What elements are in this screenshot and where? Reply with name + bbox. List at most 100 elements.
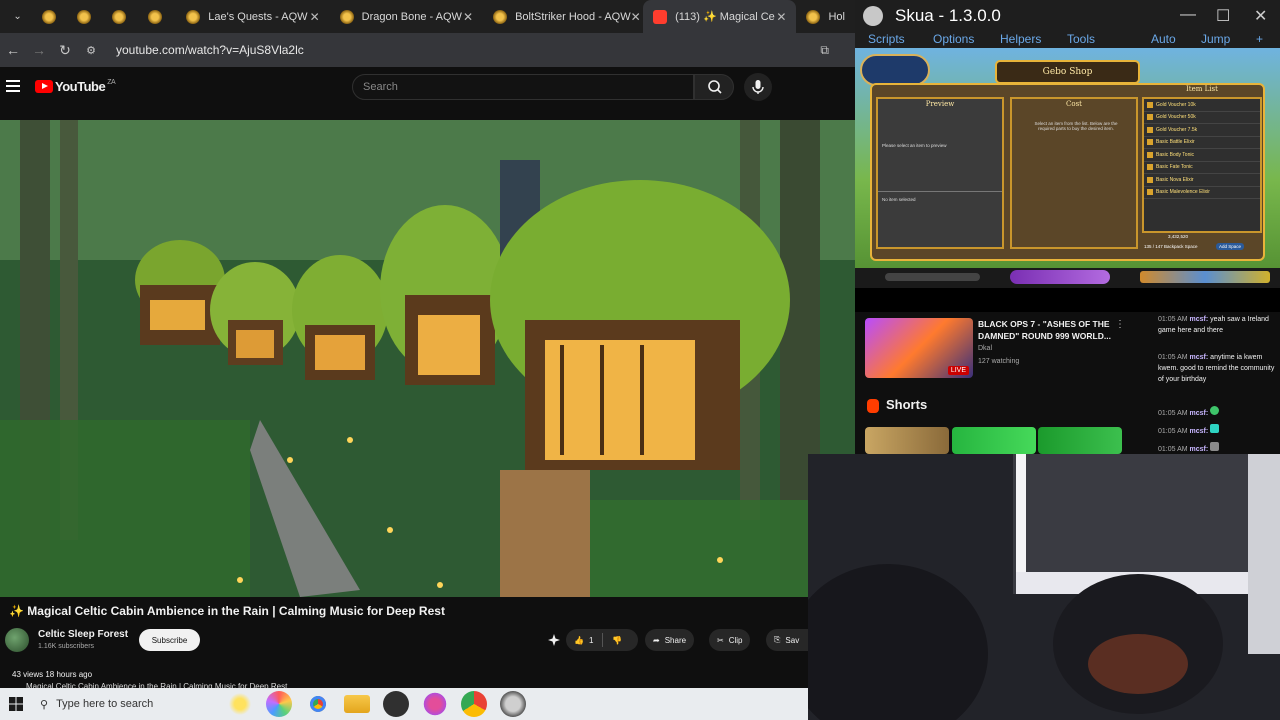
short-thumbnail[interactable] xyxy=(952,427,1036,454)
live-stream-thumbnail[interactable]: LIVE xyxy=(865,318,973,378)
share-button[interactable]: ➦ Share xyxy=(645,629,695,651)
photos-pinwheel-icon[interactable] xyxy=(265,691,292,717)
close-icon[interactable]: ✕ xyxy=(1254,6,1267,26)
browser-tab-active[interactable]: (113) ✨ Magical Ce ✕ xyxy=(643,0,797,33)
chat-user[interactable]: mcsf: xyxy=(1190,446,1209,453)
browser-tab[interactable] xyxy=(71,0,106,33)
emoji-icon xyxy=(1210,406,1220,415)
chat-user[interactable]: mcsf: xyxy=(1190,410,1209,417)
chat-input[interactable] xyxy=(885,273,980,281)
add-icon[interactable]: + xyxy=(1256,32,1263,46)
save-button[interactable]: ⎘ Sav xyxy=(766,629,808,651)
browser-tab[interactable]: Lae's Quests - AQW ✕ xyxy=(176,0,329,33)
menu-scripts[interactable]: Scripts xyxy=(868,32,905,46)
clip-button[interactable]: ✂ Clip xyxy=(709,629,751,651)
taskbar-search-input[interactable]: ⚲ Type here to search xyxy=(40,698,220,711)
search-input[interactable]: Search xyxy=(352,74,694,100)
channel-avatar[interactable] xyxy=(5,628,29,652)
back-arrow-icon[interactable]: ← xyxy=(0,42,26,58)
skua-taskbar-icon[interactable] xyxy=(499,691,526,717)
scissors-icon: ✂ xyxy=(717,635,724,645)
widgets-sparkle-icon[interactable] xyxy=(226,691,253,717)
item-name: Basic Nova Elixir xyxy=(1156,176,1194,183)
close-icon[interactable]: ✕ xyxy=(310,10,320,24)
microphone-icon xyxy=(752,80,764,94)
browser-tab[interactable]: BoltStriker Hood - AQW ✕ xyxy=(483,0,643,33)
menu-auto[interactable]: Auto xyxy=(1151,32,1176,46)
menu-icons-bar[interactable] xyxy=(1140,271,1270,283)
cost-panel: Cost Select an item from the list. Below… xyxy=(1010,97,1138,249)
thumbs-down-icon[interactable]: 👎 xyxy=(612,636,622,645)
browser-tab[interactable] xyxy=(106,0,141,33)
browser-tab[interactable]: Hol xyxy=(796,0,855,33)
share-label: Share xyxy=(664,635,687,645)
thumbs-up-icon[interactable]: 👍 xyxy=(574,636,584,645)
start-button[interactable] xyxy=(0,688,32,720)
logo-text: YouTube xyxy=(55,79,106,94)
chrome-profile-icon[interactable] xyxy=(460,691,487,717)
chat-message: 01:05 AM mcsf: anytime ia kwem kwem. goo… xyxy=(1158,352,1276,385)
close-icon[interactable]: ✕ xyxy=(776,10,786,24)
browser-tab[interactable] xyxy=(141,0,176,33)
item-icon xyxy=(1147,151,1153,158)
obs-icon[interactable] xyxy=(382,691,409,717)
tab-list-chevron[interactable]: ⌄ xyxy=(0,0,35,33)
chat-user[interactable]: mcsf: xyxy=(1190,316,1209,323)
video-player[interactable] xyxy=(0,120,855,597)
more-options-icon[interactable]: ⋮ xyxy=(1115,319,1125,330)
menu-tools[interactable]: Tools xyxy=(1067,32,1095,46)
list-item[interactable]: Gold Voucher 10k xyxy=(1144,99,1260,112)
list-item[interactable]: Basic Nova Elixir xyxy=(1144,174,1260,187)
menu-helpers[interactable]: Helpers xyxy=(1000,32,1041,46)
skua-menubar: Scripts Options Helpers Tools Auto Jump … xyxy=(855,30,1280,50)
item-icon xyxy=(1147,176,1153,183)
hamburger-menu-icon[interactable] xyxy=(6,80,20,92)
list-item[interactable]: Basic Body Tonic xyxy=(1144,149,1260,162)
menu-jump[interactable]: Jump xyxy=(1201,32,1230,46)
preview-header: Preview xyxy=(925,100,955,108)
search-button[interactable] xyxy=(694,74,734,100)
site-info-icon[interactable]: ⚙ xyxy=(78,44,104,57)
minimize-icon[interactable]: — xyxy=(1180,6,1196,24)
game-viewport[interactable]: Gebo Shop Preview Please select an item … xyxy=(855,48,1280,288)
sparkle-icon[interactable] xyxy=(547,633,561,652)
reload-icon[interactable]: ↻ xyxy=(52,42,78,59)
player-portrait[interactable] xyxy=(860,54,930,86)
install-app-icon[interactable]: ⧉ xyxy=(820,43,829,58)
live-stream-title[interactable]: BLACK OPS 7 - "ASHES OF THE DAMNED" ROUN… xyxy=(978,318,1113,342)
item-icon xyxy=(1147,164,1153,171)
list-item[interactable]: Basic Battle Elixir xyxy=(1144,137,1260,149)
snipping-tool-icon[interactable] xyxy=(421,691,448,717)
browser-tab[interactable]: Dragon Bone - AQW ✕ xyxy=(330,0,483,33)
country-code: ZA xyxy=(107,79,116,86)
item-name: Basic Body Tonic xyxy=(1156,151,1194,158)
chrome-icon[interactable] xyxy=(304,691,331,717)
list-item[interactable]: Gold Voucher 50k xyxy=(1144,112,1260,124)
subscribe-button[interactable]: Subscribe xyxy=(139,629,200,651)
add-space-button[interactable]: Add Space xyxy=(1216,243,1245,250)
forward-arrow-icon[interactable]: → xyxy=(26,42,52,58)
list-item[interactable]: Gold Voucher 7.5k xyxy=(1144,124,1260,137)
voice-search-button[interactable] xyxy=(744,73,772,101)
live-channel-name[interactable]: Dkal xyxy=(978,345,992,352)
channel-name[interactable]: Celtic Sleep Forest xyxy=(38,629,128,640)
short-thumbnail[interactable] xyxy=(865,427,949,454)
item-name: Gold Voucher 50k xyxy=(1156,114,1196,121)
close-icon[interactable]: ✕ xyxy=(463,10,473,24)
webcam-image xyxy=(808,454,1280,720)
file-explorer-icon[interactable] xyxy=(343,695,370,713)
maximize-icon[interactable]: ☐ xyxy=(1216,6,1230,26)
skill-bar[interactable] xyxy=(1010,270,1110,284)
url-field[interactable]: youtube.com/watch?v=AjuS8Vla2lc xyxy=(116,43,304,57)
list-item[interactable]: Basic Fate Tonic xyxy=(1144,162,1260,174)
menu-options[interactable]: Options xyxy=(933,32,974,46)
browser-tab[interactable] xyxy=(35,0,70,33)
short-thumbnail[interactable] xyxy=(1038,427,1122,454)
list-item[interactable]: Basic Malevolence Elixir xyxy=(1144,187,1260,199)
chat-user[interactable]: mcsf: xyxy=(1190,354,1209,361)
shorts-heading: Shorts xyxy=(886,397,928,412)
close-icon[interactable]: ✕ xyxy=(631,10,641,24)
chat-user[interactable]: mcsf: xyxy=(1190,428,1209,435)
subscriber-count: 1.16K subscribers xyxy=(38,643,95,650)
youtube-logo[interactable]: YouTube ZA xyxy=(35,79,116,94)
